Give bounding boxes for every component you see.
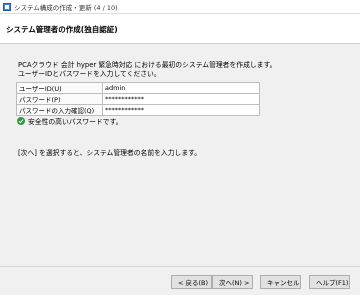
password-confirm-value: ************	[105, 106, 144, 114]
app-icon	[3, 3, 11, 11]
admin-form: ユーザーID(U) admin パスワード(P) ************ パス…	[16, 82, 260, 116]
check-circle-icon	[17, 117, 25, 125]
cancel-button[interactable]: キャンセル	[260, 275, 301, 289]
user-id-label: ユーザーID(U)	[16, 82, 103, 94]
back-button[interactable]: < 戻る(B)	[171, 275, 212, 289]
title-bar: システム構成の作成・更新 (4 / 10)	[0, 0, 360, 14]
password-confirm-row: パスワードの入力確認(Q) ************	[16, 104, 260, 116]
password-strength-text: 安全性の高いパスワードです。	[28, 118, 123, 126]
footer-divider	[0, 266, 360, 267]
password-confirm-label: パスワードの入力確認(Q)	[16, 104, 103, 116]
password-value: ************	[105, 95, 144, 103]
password-field[interactable]: ************	[102, 93, 260, 105]
user-id-field[interactable]: admin	[102, 82, 260, 94]
window-title: システム構成の作成・更新 (4 / 10)	[14, 4, 118, 12]
description-line-2: ユーザーIDとパスワードを入力してください。	[18, 70, 161, 78]
password-strength-status: 安全性の高いパスワードです。	[17, 116, 122, 126]
wizard-header: システム管理者の作成(独自認証)	[0, 14, 360, 44]
next-step-hint: [次へ] を選択すると、システム管理者の名前を入力します。	[18, 149, 202, 157]
user-id-row: ユーザーID(U) admin	[16, 82, 260, 94]
next-button[interactable]: 次へ(N) >	[212, 275, 253, 289]
page-title: システム管理者の作成(独自認証)	[6, 25, 118, 34]
description-line-1: PCAクラウド 会計 hyper 緊急時対応 における最初のシステム管理者を作成…	[18, 61, 277, 69]
help-button[interactable]: ヘルプ(F1)	[309, 275, 350, 289]
password-label: パスワード(P)	[16, 93, 103, 105]
description: PCAクラウド 会計 hyper 緊急時対応 における最初のシステム管理者を作成…	[18, 61, 276, 79]
password-confirm-field[interactable]: ************	[102, 104, 260, 116]
user-id-value: admin	[105, 84, 126, 92]
password-row: パスワード(P) ************	[16, 93, 260, 105]
